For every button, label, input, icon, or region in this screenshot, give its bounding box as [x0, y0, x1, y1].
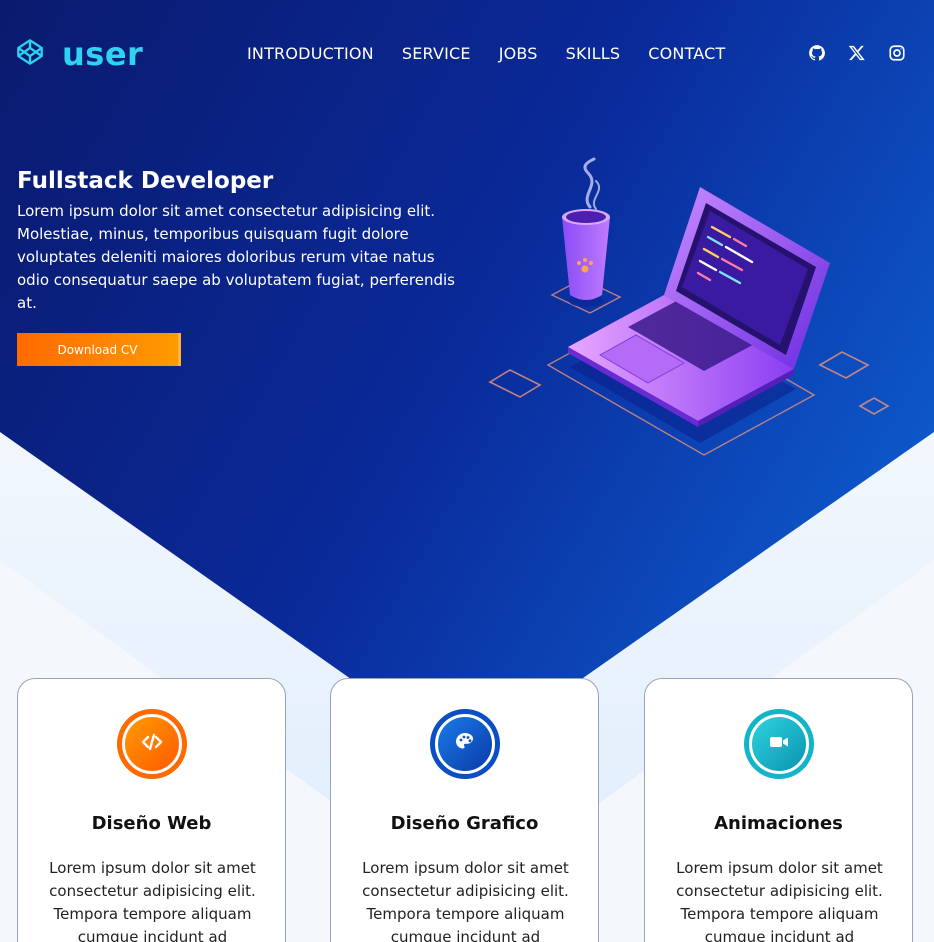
x-icon[interactable]	[848, 44, 866, 62]
nav-skills[interactable]: SKILLS	[566, 44, 621, 63]
service-title: Diseño Web	[91, 813, 212, 834]
service-title: Diseño Grafico	[390, 813, 539, 834]
site-header: user INTRODUCTION SERVICE JOBS SKILLS CO…	[0, 0, 934, 108]
nav-contact[interactable]: CONTACT	[648, 44, 725, 63]
service-text: Lorem ipsum dolor sit amet consectetur a…	[49, 859, 256, 942]
code-icon	[140, 730, 164, 758]
nav-jobs[interactable]: JOBS	[499, 44, 538, 63]
video-icon	[767, 730, 791, 758]
social-links	[786, 44, 906, 62]
service-card-graphic[interactable]: Diseño Grafico Lorem ipsum dolor sit ame…	[330, 678, 599, 942]
service-text: Lorem ipsum dolor sit amet consectetur a…	[362, 859, 569, 942]
codepen-logo-icon	[16, 38, 44, 70]
service-icon-ring	[429, 709, 500, 779]
intro-title: Fullstack Developer	[17, 168, 274, 194]
nav-service[interactable]: SERVICE	[402, 44, 471, 63]
services-section: Diseño Web Lorem ipsum dolor sit amet co…	[0, 678, 934, 942]
download-cv-button[interactable]: Download CV	[17, 333, 181, 366]
main-nav: INTRODUCTION SERVICE JOBS SKILLS CONTACT	[247, 44, 754, 63]
service-icon-ring	[116, 709, 187, 779]
logo-text: user	[62, 35, 144, 73]
nav-introduction[interactable]: INTRODUCTION	[247, 44, 374, 63]
intro-section: Fullstack Developer Lorem ipsum dolor si…	[17, 168, 467, 315]
palette-icon	[453, 730, 477, 758]
logo[interactable]: user	[16, 38, 143, 70]
service-title: Animaciones	[714, 813, 843, 834]
service-card-animation[interactable]: Animaciones Lorem ipsum dolor sit amet c…	[644, 678, 913, 942]
github-icon[interactable]	[808, 44, 826, 62]
service-card-web[interactable]: Diseño Web Lorem ipsum dolor sit amet co…	[17, 678, 286, 942]
instagram-icon[interactable]	[888, 44, 906, 62]
laptop-illustration	[484, 155, 904, 465]
service-text: Lorem ipsum dolor sit amet consectetur a…	[676, 859, 883, 942]
intro-text: Lorem ipsum dolor sit amet consectetur a…	[17, 202, 455, 312]
service-icon-ring	[743, 709, 814, 779]
